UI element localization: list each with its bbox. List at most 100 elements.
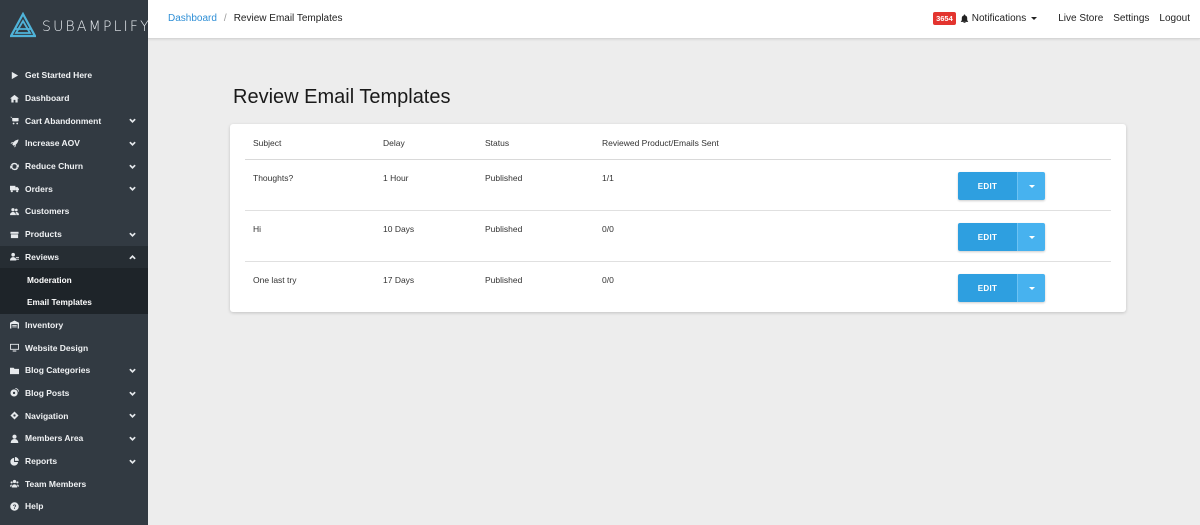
chevron-down-icon xyxy=(129,116,137,124)
top-bar: Dashboard / Review Email Templates 3654 … xyxy=(148,0,1200,39)
user-icon xyxy=(9,433,19,443)
team-icon xyxy=(9,479,19,489)
logout-link[interactable]: Logout xyxy=(1159,13,1190,24)
notifications-dropdown[interactable]: Notifications xyxy=(960,13,1038,24)
table-row: One last try 17 Days Published 0/0 EDIT xyxy=(245,262,1111,313)
edit-dropdown-toggle[interactable] xyxy=(1017,223,1045,251)
chart-pie-icon xyxy=(9,456,19,466)
sidebar-item-dashboard[interactable]: Dashboard xyxy=(0,87,148,110)
play-icon xyxy=(9,70,19,80)
caret-down-icon xyxy=(1028,235,1035,239)
sidebar-item-label: Increase AOV xyxy=(25,138,80,149)
cell-subject: Hi xyxy=(253,224,262,234)
sidebar-item-website-design[interactable]: Website Design xyxy=(0,336,148,359)
sidebar-subitem-moderation[interactable]: Moderation xyxy=(0,268,148,291)
sidebar-item-orders[interactable]: Orders xyxy=(0,177,148,200)
brand-logo[interactable]: SUBAMPLIFY xyxy=(0,0,151,54)
chevron-up-icon xyxy=(129,253,137,261)
sidebar-item-label: Customers xyxy=(25,206,70,217)
sidebar-item-team-members[interactable]: Team Members xyxy=(0,472,148,495)
sidebar-item-label: Cart Abandonment xyxy=(25,115,102,126)
brand-name: SUBAMPLIFY xyxy=(42,19,151,35)
live-store-link[interactable]: Live Store xyxy=(1058,13,1103,24)
sidebar-item-label: Reviews xyxy=(25,251,60,262)
sidebar-item-inventory[interactable]: Inventory xyxy=(0,314,148,337)
sidebar-item-get-started[interactable]: Get Started Here xyxy=(0,64,148,87)
cell-status: Published xyxy=(485,224,523,234)
sidebar-item-label: Products xyxy=(25,229,62,240)
header-status: Status xyxy=(485,138,510,148)
sidebar-item-label: Get Started Here xyxy=(25,70,93,81)
svg-text:?: ? xyxy=(12,504,16,511)
sidebar-subitem-email-templates[interactable]: Email Templates xyxy=(0,290,148,314)
cell-status: Published xyxy=(485,173,523,183)
breadcrumb-separator: / xyxy=(223,13,227,24)
edit-button-group: EDIT xyxy=(958,274,1045,302)
breadcrumb-current: Review Email Templates xyxy=(233,13,343,24)
sidebar-item-blog-posts[interactable]: Blog Posts xyxy=(0,382,148,405)
sidebar-item-label: Team Members xyxy=(25,478,87,489)
rocket-icon xyxy=(9,138,19,148)
cell-reviewed: 0/0 xyxy=(602,275,614,285)
header-subject: Subject xyxy=(253,138,282,148)
monitor-icon xyxy=(9,343,19,353)
edit-dropdown-toggle[interactable] xyxy=(1017,172,1045,200)
cell-delay: 10 Days xyxy=(383,224,415,234)
chevron-down-icon xyxy=(129,457,137,465)
breadcrumb-dashboard-link[interactable]: Dashboard xyxy=(168,13,217,24)
cell-reviewed: 1/1 xyxy=(602,173,614,183)
sidebar-item-label: Reports xyxy=(25,456,58,467)
edit-button-group: EDIT xyxy=(958,172,1045,200)
box-icon xyxy=(9,229,19,239)
table-row: Hi 10 Days Published 0/0 EDIT xyxy=(245,211,1111,262)
sidebar-item-navigation[interactable]: Navigation xyxy=(0,404,148,427)
caret-down-icon xyxy=(1028,184,1035,188)
sidebar-item-label: Website Design xyxy=(25,342,89,353)
sidebar-item-blog-categories[interactable]: Blog Categories xyxy=(0,359,148,382)
edit-button-group: EDIT xyxy=(958,223,1045,251)
sidebar-item-reviews[interactable]: Reviews xyxy=(0,245,148,269)
sidebar-item-reduce-churn[interactable]: Reduce Churn xyxy=(0,155,148,178)
blog-icon xyxy=(9,388,19,398)
chevron-down-icon xyxy=(129,230,137,238)
sync-icon xyxy=(9,161,19,171)
notification-count-badge: 3654 xyxy=(933,12,956,25)
sidebar-item-label: Help xyxy=(25,501,44,512)
sidebar-item-reports[interactable]: Reports xyxy=(0,450,148,473)
logo-icon xyxy=(9,11,37,43)
compass-icon xyxy=(9,411,19,421)
edit-dropdown-toggle[interactable] xyxy=(1017,274,1045,302)
chevron-down-icon xyxy=(129,162,137,170)
sidebar-nav: Get Started Here Dashboard Cart Abandonm… xyxy=(0,64,148,518)
edit-button[interactable]: EDIT xyxy=(958,223,1017,251)
sidebar-item-label: Members Area xyxy=(25,433,84,444)
notifications-label: Notifications xyxy=(971,13,1027,24)
cell-reviewed: 0/0 xyxy=(602,224,614,234)
header-reviewed: Reviewed Product/Emails Sent xyxy=(602,138,719,148)
chevron-down-icon xyxy=(129,366,137,374)
sidebar-item-cart-abandonment[interactable]: Cart Abandonment xyxy=(0,109,148,132)
cell-subject: Thoughts? xyxy=(253,173,294,183)
question-icon: ? xyxy=(9,501,19,511)
sidebar-item-increase-aov[interactable]: Increase AOV xyxy=(0,132,148,155)
sidebar-item-members-area[interactable]: Members Area xyxy=(0,427,148,450)
sidebar-item-help[interactable]: ? Help xyxy=(0,495,148,518)
sidebar-item-label: Dashboard xyxy=(25,93,70,104)
home-icon xyxy=(9,93,19,103)
sidebar-item-products[interactable]: Products xyxy=(0,223,148,246)
sidebar-item-label: Navigation xyxy=(25,410,69,421)
sidebar-item-label: Orders xyxy=(25,183,53,194)
edit-button[interactable]: EDIT xyxy=(958,274,1017,302)
cell-status: Published xyxy=(485,275,523,285)
cell-delay: 17 Days xyxy=(383,275,415,285)
cell-subject: One last try xyxy=(253,275,297,285)
edit-button[interactable]: EDIT xyxy=(958,172,1017,200)
top-right-menu: 3654 Notifications Live Store Settings L… xyxy=(933,12,1190,25)
page-title: Review Email Templates xyxy=(233,86,451,108)
sidebar-item-label: Reduce Churn xyxy=(25,161,84,172)
bell-icon xyxy=(960,14,969,24)
chevron-down-icon xyxy=(129,389,137,397)
settings-link[interactable]: Settings xyxy=(1113,13,1149,24)
sidebar-item-customers[interactable]: Customers xyxy=(0,200,148,223)
sidebar: SUBAMPLIFY Get Started Here Dashboard Ca… xyxy=(0,0,151,525)
